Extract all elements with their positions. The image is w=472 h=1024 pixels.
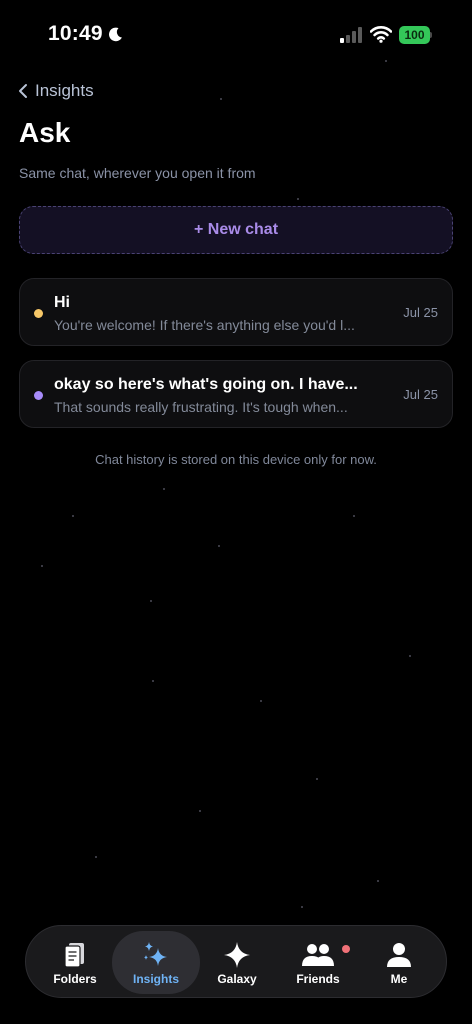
status-time: 10:49 (48, 22, 103, 45)
tab-label: Insights (132, 972, 179, 986)
page-subtitle: Same chat, wherever you open it from (19, 165, 256, 181)
history-note: Chat history is stored on this device on… (95, 452, 377, 467)
notification-dot (342, 945, 350, 953)
chat-item[interactable]: Hi You're welcome! If there's anything e… (19, 278, 453, 346)
battery-nub (430, 32, 432, 38)
people-icon (302, 944, 334, 966)
battery-indicator: 100 (399, 26, 432, 44)
tab-label: Folders (53, 972, 97, 986)
wifi-icon (370, 26, 392, 43)
status-bar: 10:49 100 (0, 0, 472, 70)
sparkles-icon (144, 942, 167, 966)
notebook-icon (64, 943, 84, 968)
tab-label: Galaxy (217, 972, 257, 986)
tab-label: Me (390, 972, 408, 986)
cellular-signal-icon (340, 27, 362, 43)
chat-date: Jul 25 (403, 305, 438, 320)
chat-status-dot (34, 391, 43, 400)
new-chat-button[interactable]: + New chat (19, 206, 453, 254)
tab-label: Friends (296, 972, 340, 986)
bottom-tab-bar: Folders Insights Galaxy Friends Me (25, 925, 447, 998)
chat-title: okay so here's what's going on. I have..… (54, 376, 358, 393)
chat-status-dot (34, 309, 43, 318)
moon-icon (109, 27, 122, 42)
chat-preview: That sounds really frustrating. It's tou… (54, 399, 348, 415)
tab-me[interactable]: Me (355, 931, 443, 994)
new-chat-label: + New chat (193, 221, 279, 238)
chevron-left-icon (19, 84, 27, 98)
page-title: Ask (19, 117, 71, 148)
chat-date: Jul 25 (403, 387, 438, 402)
tab-folders[interactable]: Folders (31, 931, 119, 994)
back-label: Insights (35, 81, 94, 100)
chat-item[interactable]: okay so here's what's going on. I have..… (19, 360, 453, 428)
tab-galaxy[interactable]: Galaxy (193, 931, 281, 994)
person-icon (387, 943, 411, 967)
tab-friends[interactable]: Friends (274, 931, 362, 994)
battery-level: 100 (399, 26, 430, 44)
back-button[interactable]: Insights (18, 79, 94, 103)
star-sparkle-icon (224, 942, 250, 968)
chat-title: Hi (54, 294, 70, 311)
chat-preview: You're welcome! If there's anything else… (54, 317, 355, 333)
tab-insights[interactable]: Insights (112, 931, 200, 994)
